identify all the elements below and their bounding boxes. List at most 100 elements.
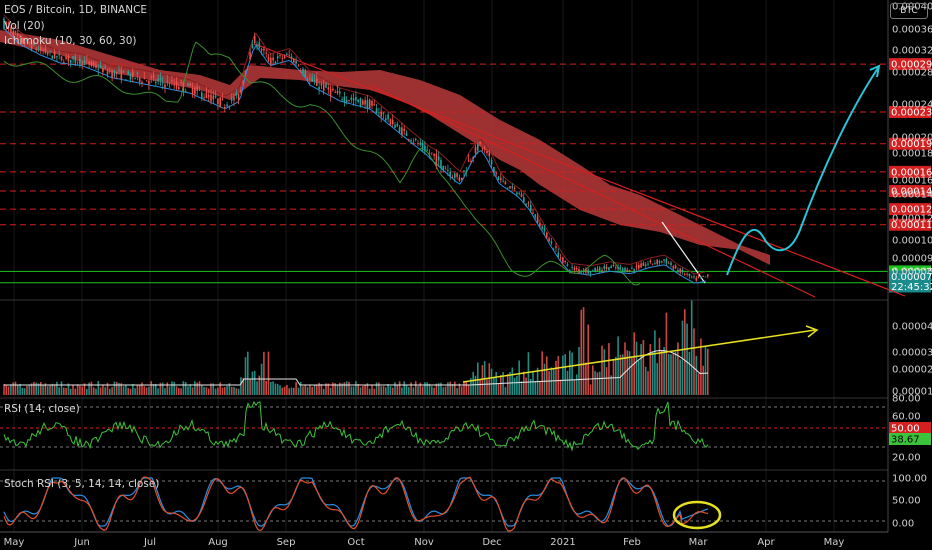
candle-body [104, 66, 106, 68]
volume-bar [138, 385, 141, 395]
volume-bar [571, 352, 573, 395]
candle-body [500, 178, 502, 181]
candle-body [343, 96, 346, 102]
candle-body [168, 86, 171, 88]
volume-bar [127, 387, 129, 395]
candle-body [690, 276, 693, 278]
rsi-tick: 60.00 [892, 412, 921, 423]
candle-body [603, 266, 606, 269]
volume-bar [95, 388, 97, 395]
volume-bar [157, 388, 159, 395]
time-label: Jun [73, 537, 90, 548]
candle-body [76, 62, 79, 64]
candle-body [125, 79, 127, 81]
candle-body [575, 268, 578, 270]
volume-bar [115, 381, 118, 395]
volume-bar [201, 385, 203, 395]
volume-bar [516, 375, 518, 395]
time-label: May [4, 537, 25, 548]
candle-body [385, 118, 387, 121]
candle-body [175, 81, 178, 88]
candle-body [506, 187, 509, 189]
volume-bar [656, 363, 658, 395]
volume-bar [219, 382, 221, 395]
price-tick: 0.0003600 [892, 25, 932, 36]
volume-bar [244, 357, 247, 395]
chart-canvas[interactable]: 0.00029440.00023030.00019160.00016600.00… [0, 0, 932, 550]
volume-bar [481, 365, 484, 395]
candle-body [513, 187, 516, 190]
volume-bar [134, 388, 136, 395]
candle-body [647, 263, 649, 265]
rsi-label: RSI (14, close) [4, 403, 80, 415]
volume-bar [69, 388, 72, 395]
candle-body [693, 276, 695, 278]
candle-body [408, 139, 410, 140]
candle-body [182, 82, 185, 91]
volume-bar [371, 384, 373, 395]
time-label: Oct [347, 537, 364, 548]
candle-body [46, 52, 49, 55]
volume-bar [594, 370, 596, 395]
candle-body [398, 127, 401, 133]
candle-body [559, 257, 562, 259]
volume-bar [35, 382, 37, 395]
volume-bar [477, 362, 479, 395]
volume-bar [410, 382, 412, 395]
volume-bar [302, 386, 304, 395]
candle-body [598, 267, 601, 271]
volume-bar [362, 386, 364, 395]
candle-body [529, 204, 532, 211]
volume-bar [86, 388, 88, 395]
candle-body [164, 84, 166, 88]
candle-body [299, 70, 302, 71]
volume-bar [81, 386, 83, 395]
candle-body [283, 56, 286, 58]
candle-body [626, 269, 629, 272]
candle-body [437, 156, 440, 161]
volume-bar [658, 337, 661, 395]
candle-body [596, 268, 599, 271]
candle-body [348, 100, 350, 102]
volume-bar [490, 368, 493, 395]
ichimoku-label: Ichimoku (10, 30, 60, 30) [4, 35, 137, 47]
volume-bar [380, 386, 382, 395]
candle-body [95, 64, 97, 68]
volume-bar [454, 381, 456, 395]
candle-body [502, 180, 504, 182]
volume-bar [598, 371, 601, 395]
volume-bar [552, 368, 555, 395]
volume-bar [638, 360, 640, 395]
time-label: Apr [757, 537, 775, 548]
candle-body [102, 68, 104, 73]
volume-bar [398, 381, 401, 395]
volume-bar [426, 382, 428, 395]
volume-bar [288, 388, 290, 395]
volume-bar [12, 382, 14, 395]
candle-body [173, 84, 175, 86]
candle-body [306, 79, 309, 81]
volume-bar [479, 379, 481, 395]
currency-badge[interactable]: BTC [890, 3, 928, 19]
volume-bar [444, 386, 447, 395]
candle-body [410, 140, 412, 141]
candle-body [684, 274, 686, 276]
candle-body [233, 97, 235, 101]
volume-bar [412, 387, 415, 395]
candle-body [332, 88, 334, 91]
candle-body [681, 270, 684, 272]
candle-body [242, 80, 244, 85]
candle-body [465, 171, 468, 173]
volume-bar [247, 351, 249, 395]
volume-bar [171, 381, 173, 395]
volume-bar [175, 386, 178, 395]
time-label: Dec [482, 537, 501, 548]
candle-body [472, 156, 474, 159]
candle-body [516, 192, 518, 194]
candle-body [293, 59, 295, 63]
volume-bar [348, 381, 350, 395]
volume-bar [364, 385, 366, 395]
volume-bar [299, 381, 302, 395]
volume-bar [267, 351, 270, 395]
candle-body [520, 193, 523, 198]
